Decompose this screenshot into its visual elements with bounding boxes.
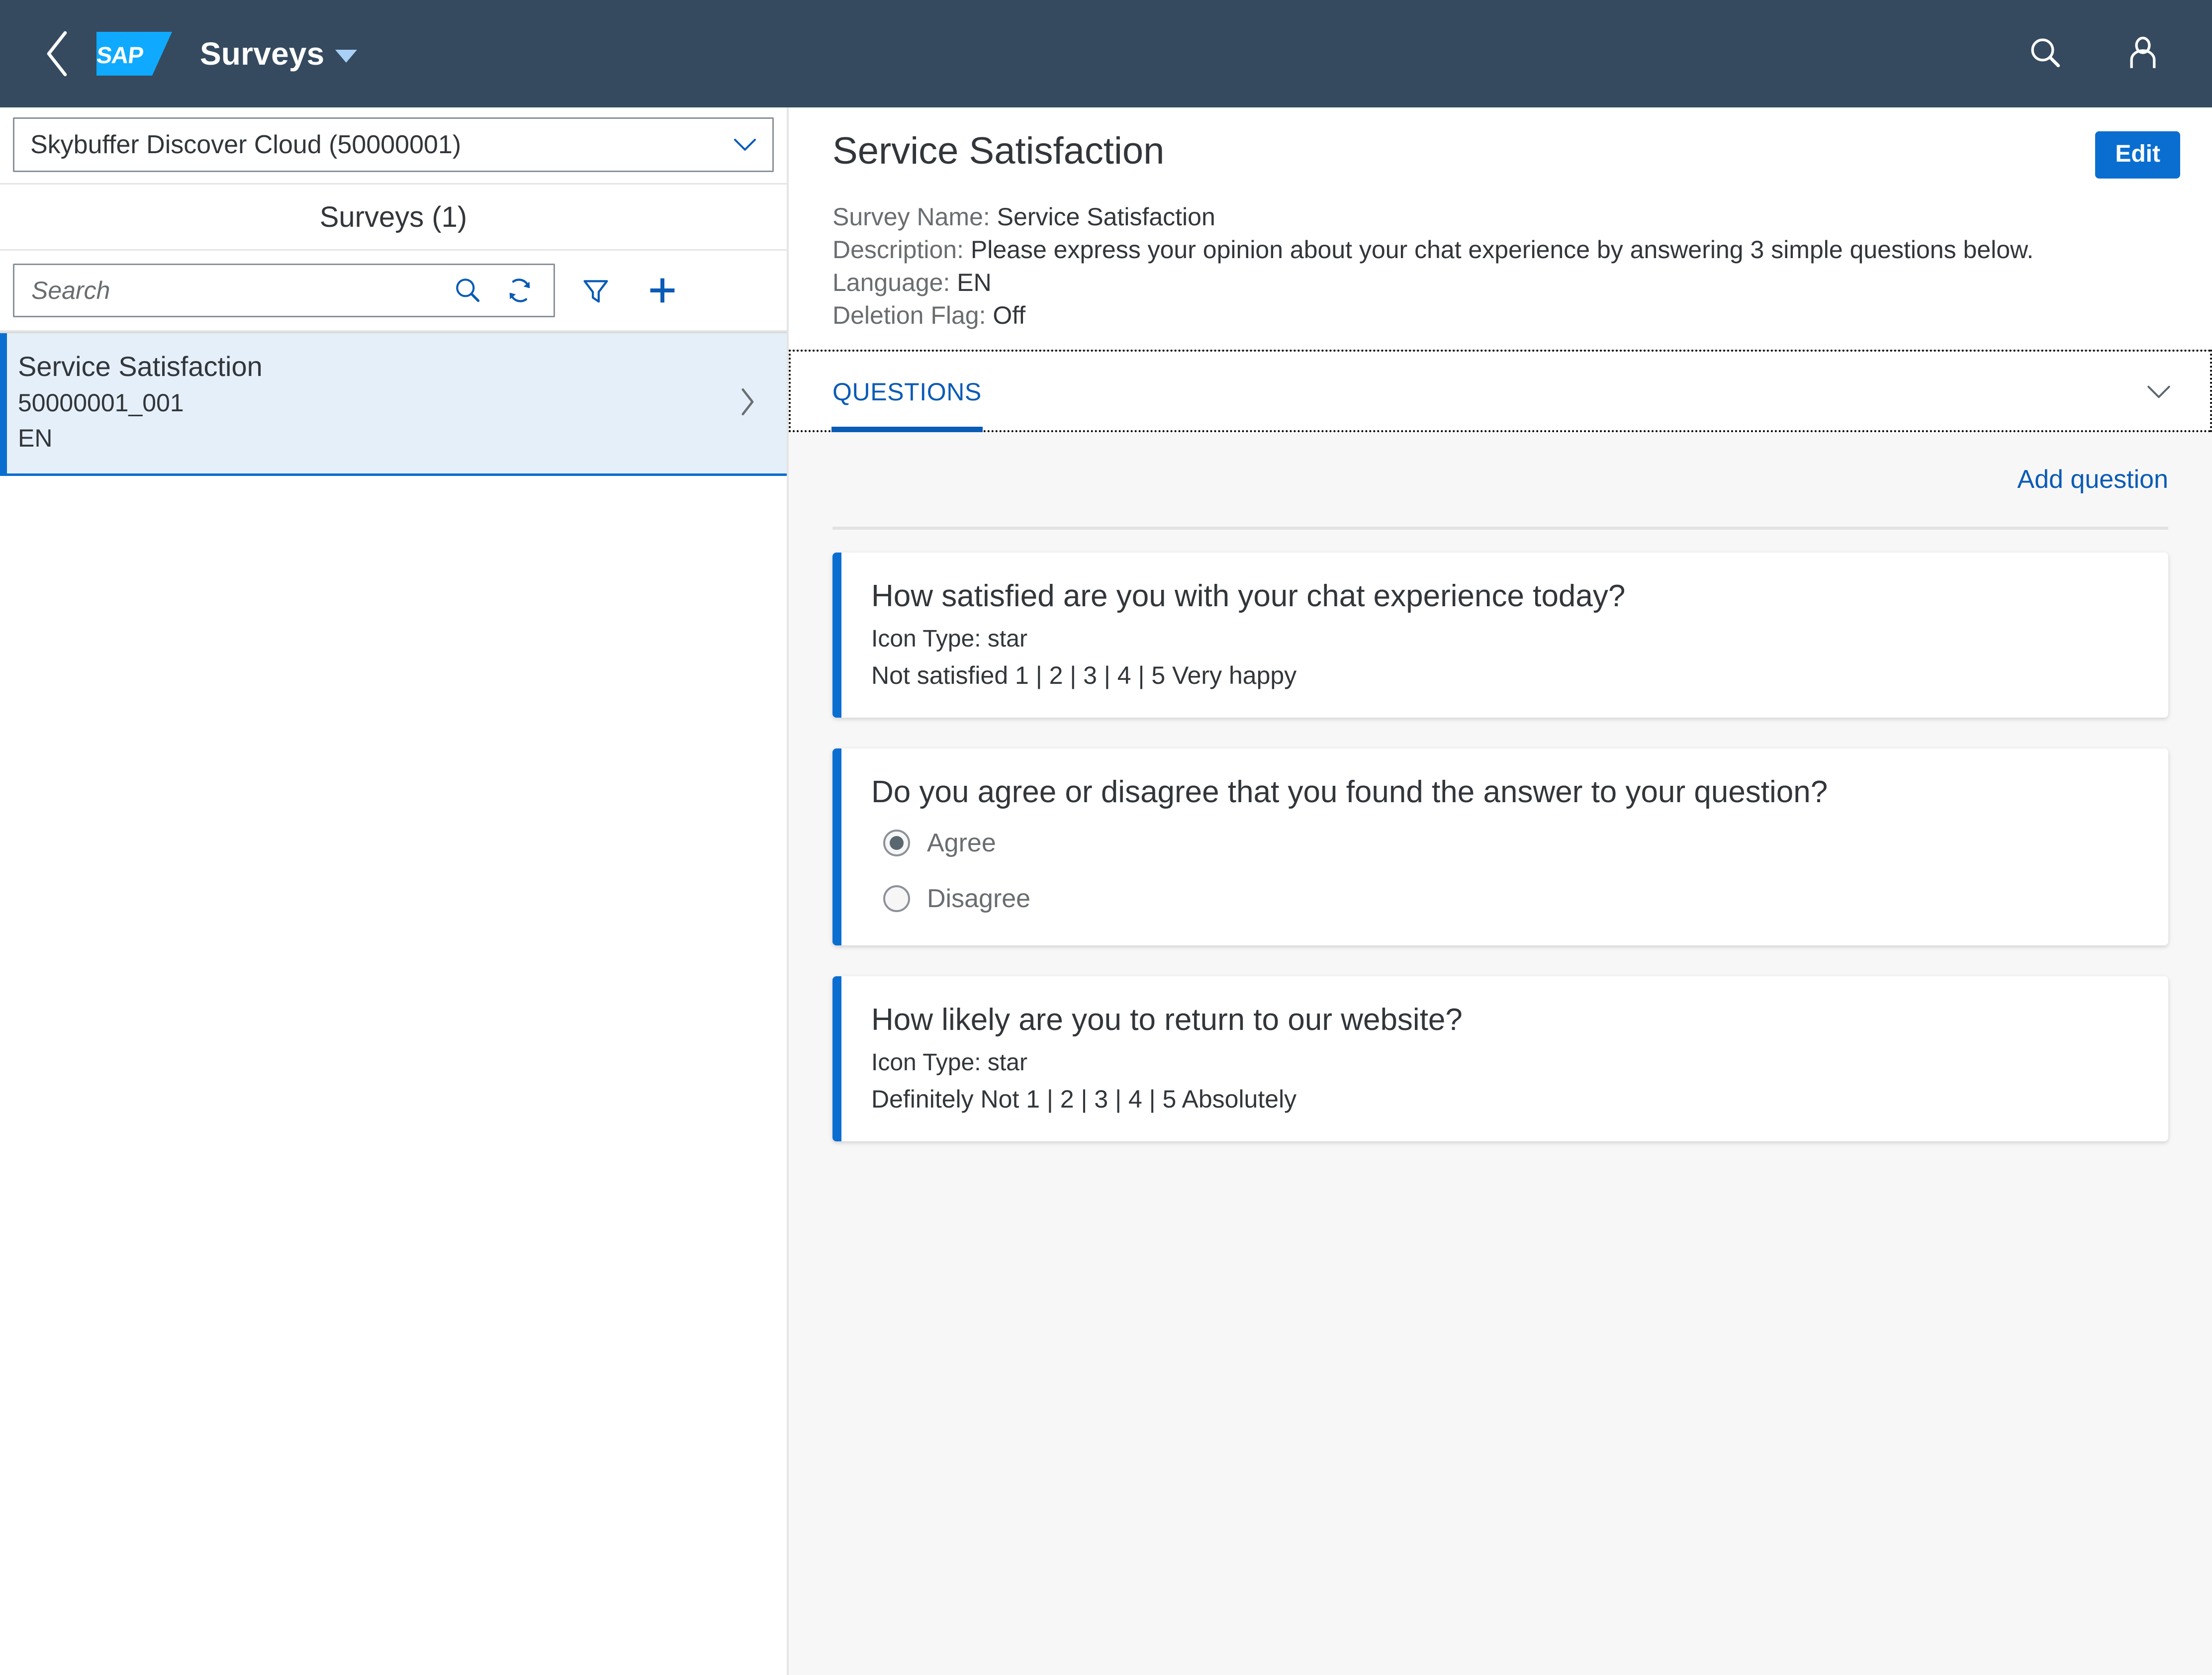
question-card[interactable]: Do you agree or disagree that you found … bbox=[832, 748, 2168, 946]
user-avatar-icon bbox=[2124, 34, 2161, 74]
refresh-icon[interactable] bbox=[494, 265, 546, 316]
search-icon[interactable] bbox=[442, 265, 494, 316]
back-button[interactable] bbox=[28, 24, 88, 84]
survey-list: Service Satisfaction 50000001_001 EN bbox=[0, 330, 787, 1675]
radio-dot bbox=[890, 836, 904, 850]
question-title: How likely are you to return to our webs… bbox=[871, 1003, 1463, 1037]
search-icon bbox=[2027, 34, 2064, 74]
plus-icon[interactable] bbox=[637, 265, 688, 316]
tenant-select-row: Skybuffer Discover Cloud (50000001) bbox=[0, 107, 787, 183]
tenant-select-value: Skybuffer Discover Cloud (50000001) bbox=[30, 130, 461, 159]
fact-label: Language: bbox=[832, 269, 950, 296]
search-field[interactable] bbox=[13, 264, 555, 317]
list-item-language: EN bbox=[18, 424, 53, 452]
search-input[interactable] bbox=[31, 276, 442, 305]
shell-title-label: Surveys bbox=[200, 36, 325, 72]
list-item-title: Service Satisfaction bbox=[18, 351, 263, 382]
chevron-down-icon bbox=[335, 50, 358, 63]
list-item[interactable]: Service Satisfaction 50000001_001 EN bbox=[0, 332, 787, 476]
radio-button-selected-icon bbox=[883, 830, 910, 857]
chevron-down-icon bbox=[718, 135, 772, 155]
fact-value: EN bbox=[950, 269, 992, 296]
sidebar-title-bar: Surveys (1) bbox=[0, 183, 787, 251]
shell-title-menu[interactable]: Surveys bbox=[200, 35, 358, 72]
list-item-id: 50000001_001 bbox=[18, 389, 184, 417]
app-root: SAP Surveys Skybuffer Discover Cloud (50… bbox=[0, 0, 2212, 1675]
svg-text:SAP: SAP bbox=[96, 42, 145, 68]
sidebar: Skybuffer Discover Cloud (50000001) Surv… bbox=[0, 107, 789, 1675]
list-item-texts: Service Satisfaction 50000001_001 EN bbox=[18, 349, 727, 455]
sidebar-list-title: Surveys (1) bbox=[319, 200, 467, 233]
fact-value: Please express your opinion about your c… bbox=[964, 236, 2034, 264]
fact-survey-name: Survey Name: Service Satisfaction bbox=[832, 200, 2180, 233]
add-question-row: Add question bbox=[832, 432, 2168, 530]
filter-icon[interactable] bbox=[570, 265, 622, 316]
sidebar-toolbar bbox=[0, 251, 787, 330]
fact-label: Survey Name: bbox=[832, 203, 990, 231]
fact-value: Service Satisfaction bbox=[990, 203, 1215, 231]
question-icon-type: Icon Type: star bbox=[871, 625, 1027, 652]
question-scale: Definitely Not 1 | 2 | 3 | 4 | 5 Absolut… bbox=[871, 1085, 1297, 1114]
chevron-right-icon bbox=[727, 385, 767, 418]
add-question-link[interactable]: Add question bbox=[2017, 465, 2168, 494]
questions-content: Add question How satisfied are you with … bbox=[789, 432, 2212, 1675]
question-scale: Not satisfied 1 | 2 | 3 | 4 | 5 Very hap… bbox=[871, 661, 1297, 689]
object-facts: Survey Name: Service Satisfaction Descri… bbox=[832, 200, 2180, 332]
object-header-row: Service Satisfaction Edit bbox=[832, 129, 2180, 179]
fact-deletion-flag: Deletion Flag: Off bbox=[832, 299, 2180, 332]
user-account-button[interactable] bbox=[2116, 26, 2170, 81]
question-cards: How satisfied are you with your chat exp… bbox=[832, 530, 2168, 1142]
radio-option-disagree[interactable]: Disagree bbox=[883, 884, 2138, 914]
fact-description: Description: Please express your opinion… bbox=[832, 233, 2180, 266]
shell-bar-right bbox=[2018, 26, 2184, 81]
app-body: Skybuffer Discover Cloud (50000001) Surv… bbox=[0, 107, 2212, 1675]
page-title: Service Satisfaction bbox=[832, 130, 1165, 172]
question-title: How satisfied are you with your chat exp… bbox=[871, 579, 1626, 613]
detail-area: Service Satisfaction Edit Survey Name: S… bbox=[789, 107, 2212, 1675]
question-card[interactable]: How satisfied are you with your chat exp… bbox=[832, 553, 2168, 718]
tab-questions-label: QUESTIONS bbox=[832, 377, 982, 406]
fact-label: Description: bbox=[832, 236, 964, 264]
fact-value: Off bbox=[986, 301, 1026, 329]
question-card[interactable]: How likely are you to return to our webs… bbox=[832, 976, 2168, 1142]
radio-option-label: Agree bbox=[927, 829, 996, 858]
tab-questions[interactable]: QUESTIONS bbox=[831, 351, 983, 432]
fact-label: Deletion Flag: bbox=[832, 301, 986, 329]
tenant-select[interactable]: Skybuffer Discover Cloud (50000001) bbox=[13, 117, 774, 172]
shell-bar-left: SAP Surveys bbox=[28, 24, 358, 84]
shell-search-button[interactable] bbox=[2018, 26, 2073, 81]
tab-strip: QUESTIONS bbox=[789, 350, 2212, 432]
radio-option-agree[interactable]: Agree bbox=[883, 828, 2138, 858]
sap-logo: SAP bbox=[95, 32, 172, 76]
edit-button[interactable]: Edit bbox=[2095, 131, 2180, 179]
question-icon-type: Icon Type: star bbox=[871, 1049, 1027, 1076]
question-options: Agree Disagree bbox=[871, 828, 2138, 914]
chevron-left-icon bbox=[41, 30, 74, 78]
object-page-header: Service Satisfaction Edit Survey Name: S… bbox=[789, 107, 2212, 350]
radio-option-label: Disagree bbox=[927, 884, 1031, 914]
fact-language: Language: EN bbox=[832, 266, 2180, 299]
chevron-down-icon[interactable] bbox=[2131, 365, 2186, 419]
radio-button-icon bbox=[883, 885, 910, 913]
question-title: Do you agree or disagree that you found … bbox=[871, 774, 1828, 809]
shell-bar: SAP Surveys bbox=[0, 0, 2212, 107]
